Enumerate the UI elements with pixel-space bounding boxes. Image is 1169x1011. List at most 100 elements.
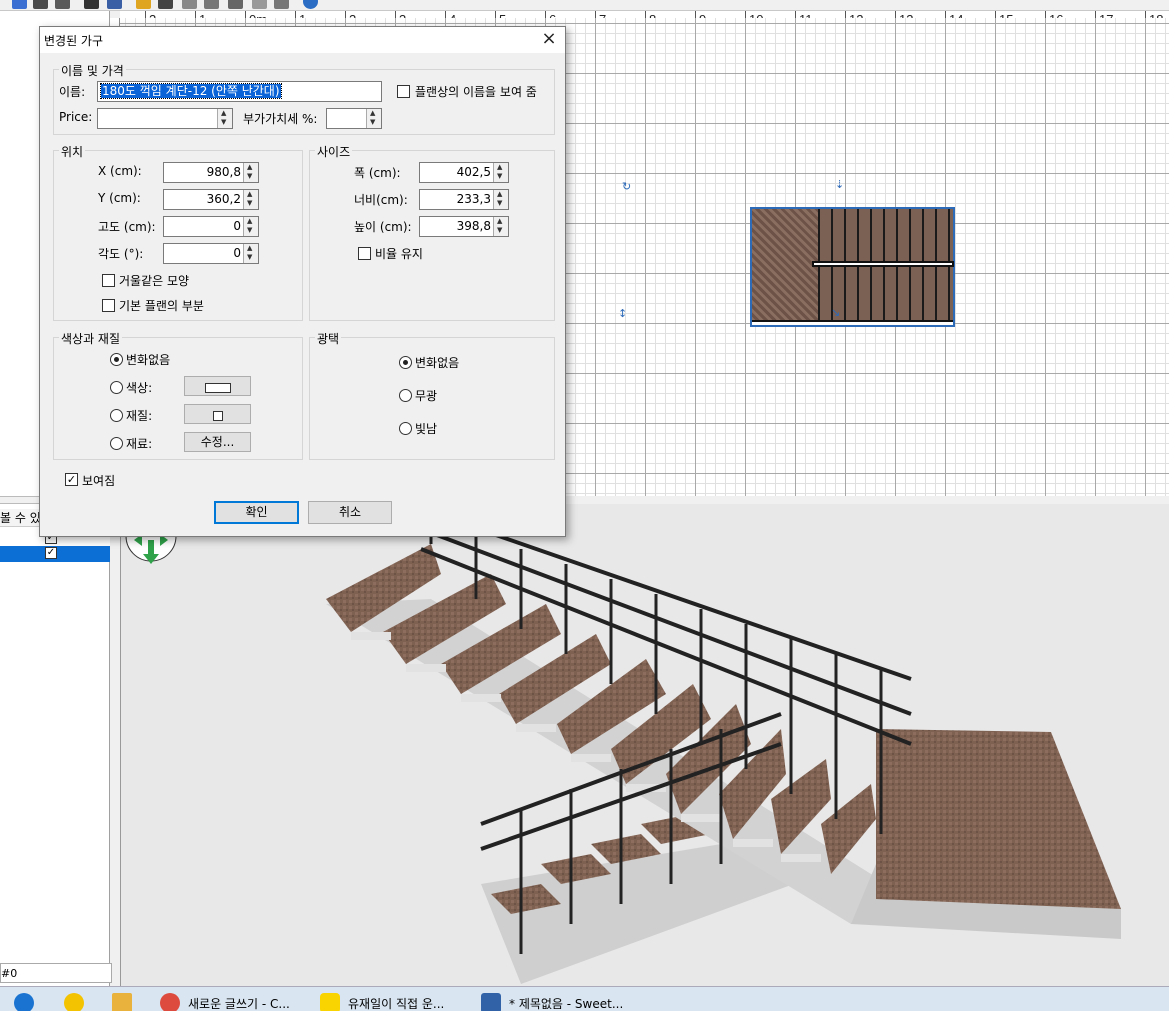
taskbar-item-sweet-home-3d[interactable]: * 제목없음 - Sweet... bbox=[509, 995, 623, 1011]
depth-spinner[interactable] bbox=[493, 190, 508, 209]
width-spinner[interactable] bbox=[493, 163, 508, 182]
color-label: 색상: bbox=[126, 381, 153, 395]
file-explorer-icon[interactable] bbox=[112, 993, 132, 1011]
vat-input[interactable] bbox=[326, 108, 382, 129]
resize-handle-icon[interactable]: ↘ bbox=[831, 307, 841, 318]
height-input[interactable]: 398,8 bbox=[419, 216, 509, 237]
shininess-group: 광택 변화없음 무광 빛남 bbox=[309, 330, 555, 460]
price-input[interactable] bbox=[97, 108, 233, 129]
cancel-button[interactable]: 취소 bbox=[308, 501, 392, 524]
pencil-icon[interactable] bbox=[107, 0, 122, 9]
zoom-out-icon[interactable] bbox=[33, 0, 48, 9]
texture-button[interactable] bbox=[184, 404, 251, 424]
edge-icon[interactable] bbox=[14, 993, 34, 1011]
shiny-radio[interactable] bbox=[399, 422, 412, 435]
texture-label: 재질: bbox=[126, 409, 153, 423]
media-player-icon[interactable] bbox=[64, 993, 84, 1011]
materials-radio[interactable] bbox=[110, 437, 123, 450]
location-legend: 위치 bbox=[59, 143, 86, 160]
modify-materials-button[interactable]: 수정... bbox=[184, 432, 251, 452]
stair-edge bbox=[752, 320, 953, 325]
camera-icon[interactable] bbox=[55, 0, 70, 9]
windows-taskbar: 새로운 글쓰기 - C... 유재일이 직접 운... * 제목없음 - Swe… bbox=[0, 986, 1169, 1011]
angle-spinner[interactable] bbox=[243, 244, 258, 263]
rotate-handle-icon[interactable]: ↻ bbox=[622, 181, 632, 192]
name-input[interactable]: 180도 꺽임 계단-12 (안쪽 난간대) bbox=[97, 81, 382, 102]
depth-input[interactable]: 233,3 bbox=[419, 189, 509, 210]
taskbar-item-kakaotalk[interactable]: 유재일이 직접 운... bbox=[348, 995, 444, 1011]
mirror-checkbox[interactable] bbox=[102, 274, 115, 287]
text-icon[interactable] bbox=[274, 0, 289, 9]
furniture-row-selected[interactable]: ✓ bbox=[0, 546, 110, 562]
stair-rail bbox=[812, 261, 954, 267]
show-name-label: 플랜상의 이름을 보여 줌 bbox=[415, 85, 537, 99]
ok-button[interactable]: 확인 bbox=[214, 501, 299, 524]
elevation-input[interactable]: 0 bbox=[163, 216, 259, 237]
text-icon[interactable] bbox=[228, 0, 243, 9]
matt-label: 무광 bbox=[415, 389, 438, 403]
stair-landing bbox=[752, 209, 818, 325]
x-input[interactable]: 980,8 bbox=[163, 162, 259, 183]
kakaotalk-icon[interactable] bbox=[320, 993, 340, 1011]
angle-input[interactable]: 0 bbox=[163, 243, 259, 264]
matt-radio[interactable] bbox=[399, 389, 412, 402]
height-handle-icon[interactable]: ↕ bbox=[618, 308, 628, 319]
vat-label: 부가가치세 %: bbox=[243, 112, 318, 126]
texture-swatch bbox=[212, 410, 223, 421]
sweet-home-3d-icon[interactable] bbox=[481, 993, 501, 1011]
mirror-label: 거울같은 모양 bbox=[119, 274, 190, 288]
height-spinner[interactable] bbox=[493, 217, 508, 236]
3d-view[interactable] bbox=[120, 504, 1169, 986]
visible-checkbox[interactable]: ✓ bbox=[65, 473, 78, 486]
toolbar bbox=[0, 0, 1169, 11]
name-value: 180도 꺽임 계단-12 (안쪽 난간대) bbox=[100, 83, 282, 99]
stair-plan-item[interactable] bbox=[750, 207, 955, 327]
texture-radio[interactable] bbox=[110, 409, 123, 422]
y-spinner[interactable] bbox=[243, 190, 258, 209]
elevation-label: 고도 (cm): bbox=[98, 220, 156, 234]
size-legend: 사이즈 bbox=[315, 143, 353, 160]
width-input[interactable]: 402,5 bbox=[419, 162, 509, 183]
color-swatch bbox=[204, 382, 231, 393]
shininess-unchanged-radio[interactable] bbox=[399, 356, 412, 369]
help-icon[interactable] bbox=[303, 0, 318, 9]
visible-column-header: 볼 수 있 bbox=[0, 511, 41, 525]
dialog-title: 변경된 가구 bbox=[44, 34, 104, 48]
modify-furniture-dialog: 변경된 가구 × 이름 및 가격 이름: 180도 꺽임 계단-12 (안쪽 난… bbox=[39, 26, 566, 537]
room-icon[interactable] bbox=[158, 0, 173, 9]
visible-checkbox[interactable]: ✓ bbox=[45, 547, 57, 559]
show-name-checkbox[interactable] bbox=[397, 85, 410, 98]
color-texture-group: 색상과 재질 변화없음 색상: 재질: 재료: 수정... bbox=[53, 330, 303, 460]
color-radio[interactable] bbox=[110, 381, 123, 394]
text-icon[interactable] bbox=[252, 0, 267, 9]
wall-icon[interactable] bbox=[136, 0, 151, 9]
zoom-in-icon[interactable] bbox=[12, 0, 27, 9]
elevation-spinner[interactable] bbox=[243, 217, 258, 236]
price-label: Price: bbox=[59, 110, 93, 124]
base-plan-checkbox[interactable] bbox=[102, 299, 115, 312]
base-plan-label: 기본 플랜의 부분 bbox=[119, 299, 204, 313]
image-icon[interactable] bbox=[84, 0, 99, 9]
y-input[interactable]: 360,2 bbox=[163, 189, 259, 210]
keep-ratio-checkbox[interactable] bbox=[358, 247, 371, 260]
color-unchanged-radio[interactable] bbox=[110, 353, 123, 366]
stair-3d-render bbox=[326, 507, 1121, 984]
name-price-group: 이름 및 가격 이름: 180도 꺽임 계단-12 (안쪽 난간대) 플랜상의 … bbox=[53, 62, 555, 135]
shininess-unchanged-label: 변화없음 bbox=[415, 356, 460, 370]
x-spinner[interactable] bbox=[243, 163, 258, 182]
taskbar-item-chrome[interactable]: 새로운 글쓰기 - C... bbox=[188, 995, 290, 1011]
close-icon[interactable]: × bbox=[539, 29, 559, 49]
visible-label: 보여짐 bbox=[82, 474, 116, 488]
color-button[interactable] bbox=[184, 376, 251, 396]
y-label: Y (cm): bbox=[98, 191, 141, 205]
dialog-titlebar[interactable]: 변경된 가구 × bbox=[40, 27, 565, 53]
height-label: 높이 (cm): bbox=[354, 220, 412, 234]
text-icon[interactable] bbox=[204, 0, 219, 9]
chrome-icon[interactable] bbox=[160, 993, 180, 1011]
vat-spinner[interactable] bbox=[366, 109, 381, 128]
price-spinner[interactable] bbox=[217, 109, 232, 128]
elevation-handle-icon[interactable]: ⇣ bbox=[835, 179, 845, 190]
color-texture-legend: 색상과 재질 bbox=[59, 330, 123, 347]
text-icon[interactable] bbox=[182, 0, 197, 9]
keep-ratio-label: 비율 유지 bbox=[375, 247, 423, 261]
